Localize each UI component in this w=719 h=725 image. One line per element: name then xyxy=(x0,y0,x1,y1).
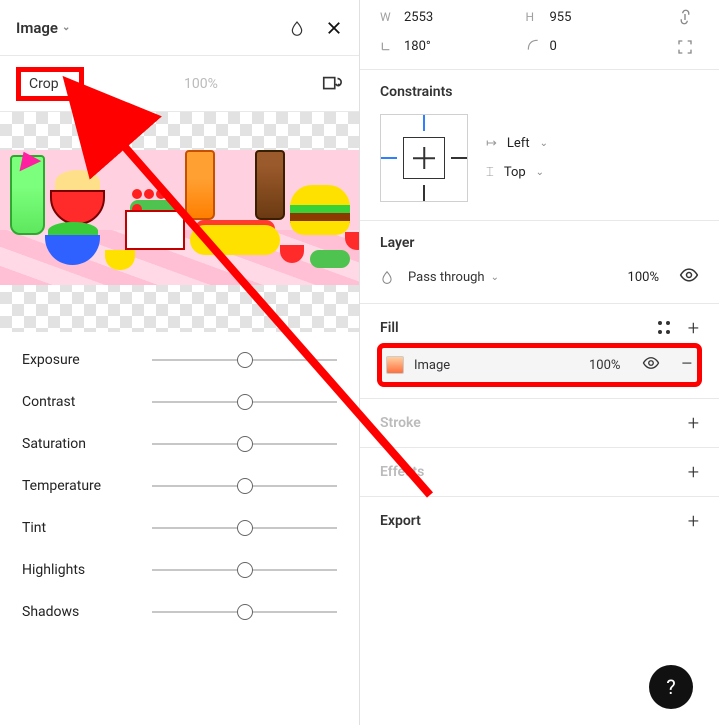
add-export-button[interactable]: + xyxy=(688,511,699,531)
highlights-slider[interactable] xyxy=(152,569,337,571)
horizontal-icon: ↦ xyxy=(486,136,497,151)
shadows-label: Shadows xyxy=(22,604,152,620)
chevron-down-icon: ⌄ xyxy=(540,138,548,149)
close-icon[interactable] xyxy=(325,19,343,37)
help-button[interactable]: ? xyxy=(649,665,693,709)
angle-icon xyxy=(380,38,396,55)
contrast-slider[interactable] xyxy=(152,401,337,403)
contrast-label: Contrast xyxy=(22,394,152,410)
export-section: Export + xyxy=(360,496,719,561)
image-edit-panel: Image ⌄ Crop ⌄ 100% xyxy=(0,0,360,725)
add-fill-button[interactable]: + xyxy=(688,318,699,338)
layer-opacity[interactable]: 100% xyxy=(628,270,665,285)
constraint-horizontal-select[interactable]: ↦ Left ⌄ xyxy=(486,136,548,151)
exposure-label: Exposure xyxy=(22,352,152,368)
blend-mode-value: Pass through xyxy=(408,270,485,285)
tint-label: Tint xyxy=(22,520,152,536)
layer-section: Layer Pass through ⌄ 100% xyxy=(360,220,719,303)
effects-title: Effects xyxy=(380,464,424,480)
image-preview[interactable] xyxy=(0,112,359,332)
constraint-h-value: Left xyxy=(507,136,530,151)
crop-label: Crop xyxy=(29,76,59,92)
chevron-down-icon: ⌄ xyxy=(491,272,499,283)
adjustment-sliders: Exposure Contrast Saturation Temperature… xyxy=(0,332,359,654)
droplet-icon[interactable] xyxy=(380,269,394,285)
independent-corners-icon[interactable] xyxy=(671,39,699,55)
fill-section: Fill + Image 100% − xyxy=(360,303,719,398)
effects-section: Effects + xyxy=(360,447,719,496)
style-options-icon[interactable] xyxy=(658,321,672,335)
tint-slider[interactable] xyxy=(152,527,337,529)
link-dimensions-icon[interactable] xyxy=(671,8,699,26)
height-label: H xyxy=(526,10,542,24)
panel-header: Image ⌄ xyxy=(0,0,359,56)
saturation-label: Saturation xyxy=(22,436,152,452)
panel-title-dropdown[interactable]: Image ⌄ xyxy=(16,19,70,37)
inspector-panel: W 2553 H 955 180° 0 xyxy=(360,0,719,725)
stroke-section: Stroke + xyxy=(360,398,719,447)
fill-label: Image xyxy=(414,358,450,373)
shadows-slider[interactable] xyxy=(152,611,337,613)
blend-mode-select[interactable]: Pass through ⌄ xyxy=(408,270,499,285)
constraint-vertical-select[interactable]: ⌶ Top ⌄ xyxy=(486,165,548,180)
crop-dropdown[interactable]: Crop ⌄ xyxy=(16,67,84,101)
visibility-toggle-icon[interactable] xyxy=(679,265,699,289)
constraint-v-value: Top xyxy=(504,165,526,180)
stroke-title: Stroke xyxy=(380,415,421,431)
constraint-widget[interactable] xyxy=(380,114,468,202)
export-title: Export xyxy=(380,513,421,529)
width-label: W xyxy=(380,10,396,24)
fill-opacity[interactable]: 100% xyxy=(589,358,620,373)
highlights-label: Highlights xyxy=(22,562,152,578)
vertical-icon: ⌶ xyxy=(486,165,494,180)
help-label: ? xyxy=(666,675,675,699)
panel-title-text: Image xyxy=(16,19,58,37)
remove-fill-button[interactable]: − xyxy=(680,354,693,376)
add-effect-button[interactable]: + xyxy=(688,462,699,482)
fill-title: Fill xyxy=(380,320,399,336)
rotate-icon[interactable] xyxy=(321,73,343,95)
chevron-down-icon: ⌄ xyxy=(536,167,544,178)
temperature-slider[interactable] xyxy=(152,485,337,487)
layer-title: Layer xyxy=(380,235,699,251)
crop-row: Crop ⌄ 100% xyxy=(0,56,359,112)
droplet-icon[interactable] xyxy=(289,18,305,38)
temperature-label: Temperature xyxy=(22,478,152,494)
radius-icon xyxy=(526,38,542,55)
exposure-slider[interactable] xyxy=(152,359,337,361)
chevron-down-icon: ⌄ xyxy=(62,22,70,33)
constraints-title: Constraints xyxy=(380,84,699,100)
chevron-down-icon: ⌄ xyxy=(63,78,71,89)
add-stroke-button[interactable]: + xyxy=(688,413,699,433)
visibility-toggle-icon[interactable] xyxy=(642,354,660,376)
crop-zoom[interactable]: 100% xyxy=(184,76,218,92)
radius-value[interactable]: 0 xyxy=(550,39,557,54)
constraints-section: Constraints ↦ Left ⌄ ⌶ xyxy=(360,69,719,220)
angle-value[interactable]: 180° xyxy=(404,39,431,54)
saturation-slider[interactable] xyxy=(152,443,337,445)
fill-swatch[interactable] xyxy=(386,356,404,374)
height-value[interactable]: 955 xyxy=(550,10,572,25)
fill-item-image[interactable]: Image 100% − xyxy=(380,346,699,384)
width-value[interactable]: 2553 xyxy=(404,10,433,25)
